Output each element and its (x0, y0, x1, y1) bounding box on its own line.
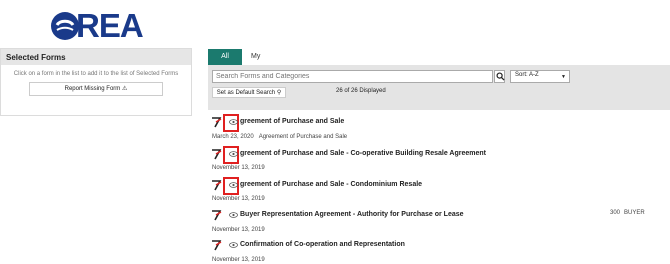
chevron-down-icon: ▼ (561, 74, 566, 80)
report-missing-form-button[interactable]: Report Missing Form ⚠ (29, 82, 163, 96)
form-icon (212, 240, 222, 251)
set-default-search-button[interactable]: Set as Default Search ⚲ (212, 87, 286, 98)
form-tag: BUYER (624, 210, 645, 216)
warning-icon: ⚠ (121, 86, 128, 92)
form-date: November 13, 2019 (212, 196, 265, 202)
tab-my-groups[interactable]: My Groups (246, 49, 279, 76)
form-icon (212, 149, 222, 160)
tab-all-forms[interactable]: All Forms (208, 49, 242, 76)
sort-select[interactable]: Sort: A-Z ▼ (510, 70, 570, 83)
sort-select-value: Sort: A-Z (515, 72, 539, 78)
form-title[interactable]: greement of Purchase and Sale - Condomin… (240, 181, 422, 188)
search-icon: ⚲ (276, 90, 282, 96)
selected-forms-panel: Selected Forms Click on a form in the li… (0, 48, 192, 116)
set-default-search-label: Set as Default Search (216, 90, 276, 96)
form-icon (212, 117, 222, 128)
form-date: November 13, 2019 (212, 257, 265, 263)
search-button[interactable] (494, 70, 505, 83)
search-input[interactable] (212, 70, 493, 83)
eye-icon[interactable] (229, 242, 238, 248)
form-icon (212, 210, 222, 221)
form-title[interactable]: greement of Purchase and Sale - Co-opera… (240, 150, 486, 157)
eye-icon[interactable] (229, 212, 238, 218)
search-icon (495, 72, 505, 81)
report-missing-form-label: Report Missing Form (64, 86, 121, 92)
selected-forms-hint: Click on a form in the list to add it to… (13, 71, 179, 77)
form-title[interactable]: greement of Purchase and Sale (240, 118, 344, 125)
form-title[interactable]: Confirmation of Co-operation and Represe… (240, 241, 405, 248)
orea-logo[interactable]: REA (46, 7, 152, 44)
form-date: November 13, 2019 (212, 227, 265, 233)
eye-icon[interactable] (229, 182, 238, 188)
eye-icon[interactable] (229, 119, 238, 125)
form-title[interactable]: Buyer Representation Agreement - Authori… (240, 211, 464, 218)
displayed-count: 26 of 26 Displayed (336, 88, 386, 94)
selected-forms-title: Selected Forms (1, 49, 191, 65)
form-icon (212, 180, 222, 191)
eye-icon[interactable] (229, 151, 238, 157)
logo-text: REA (76, 7, 144, 44)
search-toolbar: Sort: A-Z ▼ Set as Default Search ⚲ 26 o… (208, 65, 670, 110)
form-number: 300 (610, 210, 621, 216)
form-date: November 13, 2019 (212, 165, 265, 171)
form-date: March 23, 2020 Agreement of Purchase and… (212, 134, 348, 140)
